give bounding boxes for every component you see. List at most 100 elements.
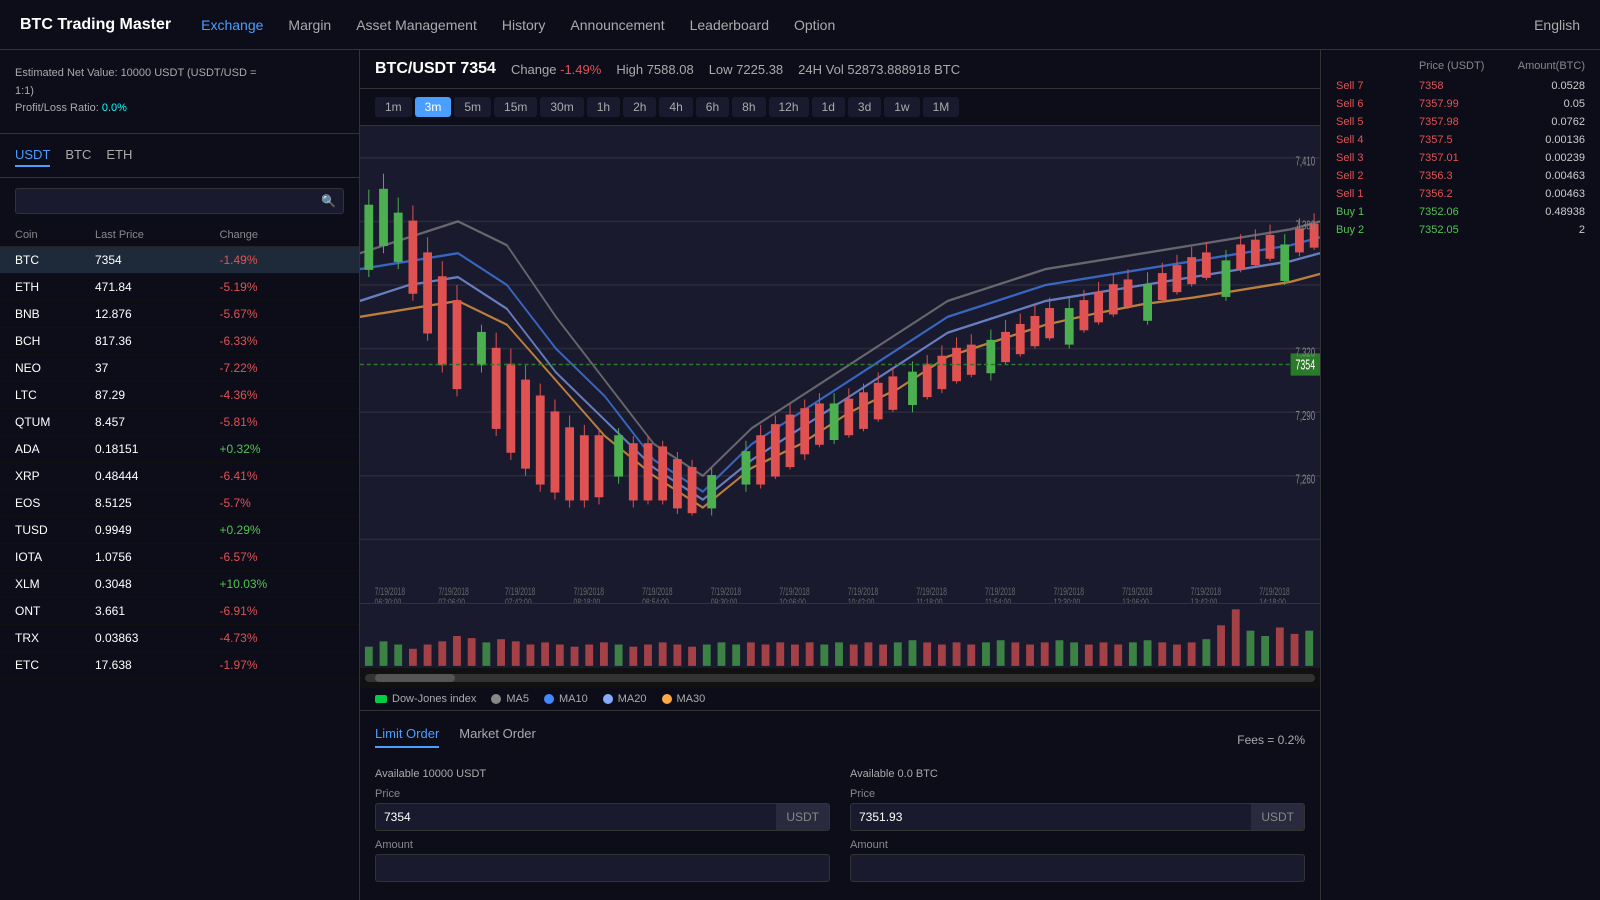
sell-available: Available 0.0 BTC (850, 768, 1305, 780)
tab-market-order[interactable]: Market Order (459, 721, 536, 748)
main-layout: Estimated Net Value: 10000 USDT (USDT/US… (0, 50, 1600, 900)
time-tab-3m[interactable]: 3m (415, 97, 452, 117)
search-input[interactable] (15, 188, 344, 214)
coin-row-xrp[interactable]: XRP 0.48444 -6.41% (0, 463, 359, 490)
coin-change: +0.32% (220, 442, 345, 456)
coin-change: -5.81% (220, 415, 345, 429)
nav-asset-management[interactable]: Asset Management (356, 17, 477, 33)
coin-row-neo[interactable]: NEO 37 -7.22% (0, 355, 359, 382)
coin-price: 0.3048 (95, 577, 220, 591)
coin-name: ADA (15, 442, 95, 456)
coin-change: +10.03% (220, 577, 345, 591)
ob-sell-2: Sell 2 7356.3 0.00463 (1331, 167, 1590, 185)
buy-price-input-wrap: USDT (375, 803, 830, 831)
nav-history[interactable]: History (502, 17, 546, 33)
nav-option[interactable]: Option (794, 17, 835, 33)
coin-price: 8.5125 (95, 496, 220, 510)
buy-amount-input-wrap (375, 854, 830, 882)
candlestick-chart: 7354 7/19/2018 06:30:00 7/19/2018 07:06:… (360, 126, 1320, 603)
coin-row-tusd[interactable]: TUSD 0.9949 +0.29% (0, 517, 359, 544)
svg-text:7,410: 7,410 (1296, 155, 1316, 169)
coin-name: ONT (15, 604, 95, 618)
tab-limit-order[interactable]: Limit Order (375, 721, 439, 748)
time-tab-12h[interactable]: 12h (769, 97, 809, 117)
nav-announcement[interactable]: Announcement (570, 17, 664, 33)
scrollbar-thumb[interactable] (375, 674, 455, 682)
coin-change: -1.97% (220, 658, 345, 672)
time-tab-2h[interactable]: 2h (623, 97, 656, 117)
ob-sell-1: Sell 1 7356.2 0.00463 (1331, 185, 1590, 203)
nav-margin[interactable]: Margin (288, 17, 331, 33)
time-tab-1m[interactable]: 1m (375, 97, 412, 117)
coin-row-btc[interactable]: BTC 7354 -1.49% (0, 247, 359, 274)
chart-vol: 24H Vol 52873.888918 BTC (798, 62, 960, 77)
ob-sells: Sell 7 7358 0.0528 Sell 6 7357.99 0.05 S… (1331, 77, 1590, 203)
time-tab-1M[interactable]: 1M (923, 97, 960, 117)
buy-amount-input[interactable] (376, 855, 829, 881)
time-tab-4h[interactable]: 4h (659, 97, 692, 117)
coin-row-trx[interactable]: TRX 0.03863 -4.73% (0, 625, 359, 652)
time-tab-15m[interactable]: 15m (494, 97, 537, 117)
buy-price-input[interactable] (376, 804, 776, 830)
chart-scrollbar[interactable] (360, 668, 1320, 688)
coin-row-etc[interactable]: ETC 17.638 -1.97% (0, 652, 359, 679)
coin-row-bnb[interactable]: BNB 12.876 -5.67% (0, 301, 359, 328)
tab-usdt[interactable]: USDT (15, 144, 50, 167)
ma10-label: MA10 (559, 693, 588, 705)
language-selector[interactable]: English (1534, 17, 1580, 33)
coin-row-bch[interactable]: BCH 817.36 -6.33% (0, 328, 359, 355)
sell-amount-input[interactable] (851, 855, 1304, 881)
profit-ratio: Profit/Loss Ratio: 0.0% (15, 100, 344, 118)
svg-text:7,320: 7,320 (1296, 346, 1316, 360)
coin-row-xlm[interactable]: XLM 0.3048 +10.03% (0, 571, 359, 598)
coin-change: -7.22% (220, 361, 345, 375)
account-info: Estimated Net Value: 10000 USDT (USDT/US… (0, 50, 359, 134)
sell-price-input[interactable] (851, 804, 1251, 830)
coin-change: -5.7% (220, 496, 345, 510)
svg-text:7,260: 7,260 (1296, 473, 1316, 487)
coin-name: TUSD (15, 523, 95, 537)
coin-change: -6.33% (220, 334, 345, 348)
time-tab-3d[interactable]: 3d (848, 97, 881, 117)
coin-row-ada[interactable]: ADA 0.18151 +0.32% (0, 436, 359, 463)
coin-row-eos[interactable]: EOS 8.5125 -5.7% (0, 490, 359, 517)
coin-name: IOTA (15, 550, 95, 564)
coin-price: 471.84 (95, 280, 220, 294)
currency-tabs: USDT BTC ETH (0, 134, 359, 178)
nav-exchange[interactable]: Exchange (201, 17, 263, 33)
nav-leaderboard[interactable]: Leaderboard (690, 17, 769, 33)
time-tab-1h[interactable]: 1h (587, 97, 620, 117)
time-tab-1d[interactable]: 1d (812, 97, 845, 117)
tab-btc[interactable]: BTC (65, 144, 91, 167)
coin-price: 17.638 (95, 658, 220, 672)
order-forms: Available 10000 USDT Price USDT Amount (375, 768, 1305, 890)
fees-info: Fees = 0.2% (1237, 733, 1305, 747)
time-tab-30m[interactable]: 30m (540, 97, 583, 117)
coin-change: -6.41% (220, 469, 345, 483)
chart-svg: 7354 7/19/2018 06:30:00 7/19/2018 07:06:… (360, 126, 1320, 603)
ma-item-10: MA10 (544, 693, 588, 705)
coin-row-iota[interactable]: IOTA 1.0756 -6.57% (0, 544, 359, 571)
ma30-label: MA30 (677, 693, 706, 705)
time-tab-6h[interactable]: 6h (696, 97, 729, 117)
sell-form: Available 0.0 BTC Price USDT Amount (850, 768, 1305, 890)
volume-chart (360, 603, 1320, 668)
time-tab-8h[interactable]: 8h (732, 97, 765, 117)
time-tab-1w[interactable]: 1w (884, 97, 919, 117)
ma5-dot (491, 694, 501, 704)
coin-row-qtum[interactable]: QTUM 8.457 -5.81% (0, 409, 359, 436)
scrollbar-track (365, 674, 1315, 682)
coin-row-ltc[interactable]: LTC 87.29 -4.36% (0, 382, 359, 409)
tab-eth[interactable]: ETH (106, 144, 132, 167)
time-tab-5m[interactable]: 5m (454, 97, 491, 117)
coin-row-ont[interactable]: ONT 3.661 -6.91% (0, 598, 359, 625)
chart-change: Change -1.49% (511, 62, 601, 77)
ma20-dot (603, 694, 613, 704)
sell-price-row: Price USDT (850, 788, 1305, 831)
sidebar: Estimated Net Value: 10000 USDT (USDT/US… (0, 50, 360, 900)
coin-row-eth[interactable]: ETH 471.84 -5.19% (0, 274, 359, 301)
coin-name: ETC (15, 658, 95, 672)
chart-header: BTC/USDT 7354 Change -1.49% High 7588.08… (360, 50, 1320, 89)
volume-svg (360, 604, 1320, 668)
ma-legend: Dow-Jones index MA5 MA10 MA20 MA30 (360, 688, 1320, 710)
